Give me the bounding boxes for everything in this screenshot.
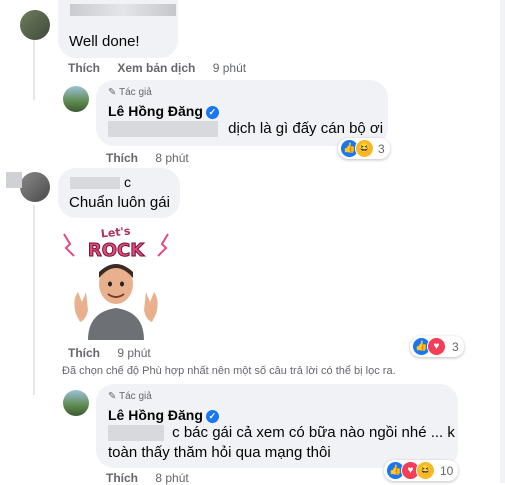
author-name[interactable]: c [70, 174, 131, 190]
like-link[interactable]: Thích [68, 346, 100, 360]
author-name[interactable]: Lê Hồng Đăng ✓ [108, 103, 219, 119]
comment-text: Well done! [69, 33, 140, 50]
avatar[interactable] [63, 390, 89, 416]
reaction-summary[interactable]: 👍 ♥ 😆 10 [384, 460, 459, 481]
avatar[interactable] [20, 172, 50, 202]
like-link[interactable]: Thích [68, 61, 100, 75]
thread-line [33, 40, 35, 100]
verified-icon: ✓ [205, 409, 219, 423]
author-name-blurred[interactable] [70, 4, 176, 16]
author-badge: ✎ Tác giả [108, 391, 152, 402]
translate-link[interactable]: Xem bản dịch [117, 61, 195, 75]
love-icon: ♥ [427, 337, 446, 356]
comment-bubble: ✎ Tác giả Lê Hồng Đăng ✓ dịch là gì đấy c… [96, 80, 388, 146]
comment-bubble: c Chuẩn luôn gái [58, 168, 180, 218]
svg-text:Let's: Let's [100, 224, 131, 240]
sticker-image[interactable]: Let's ROCK [58, 222, 174, 340]
svg-text:ROCK: ROCK [88, 240, 145, 261]
redacted-mention [108, 121, 218, 138]
comment-text-line: toàn thấy thăm hỏi qua mạng thôi [108, 444, 331, 461]
timestamp[interactable]: 9 phút [117, 346, 150, 360]
author-badge: ✎ Tác giả [108, 87, 152, 98]
haha-icon: 😆 [416, 461, 435, 480]
avatar[interactable] [20, 10, 50, 40]
timestamp[interactable]: 8 phút [155, 151, 188, 165]
comment-actions: Thích 8 phút [106, 151, 189, 165]
avatar[interactable] [63, 86, 89, 112]
haha-icon: 😆 [355, 139, 374, 158]
timestamp[interactable]: 9 phút [213, 61, 246, 75]
comment-actions: Thích 9 phút [68, 346, 151, 360]
redacted-mention [108, 425, 164, 442]
author-name[interactable]: Lê Hồng Đăng ✓ [108, 407, 219, 423]
pencil-icon: ✎ [108, 391, 117, 402]
comment-bubble: ✎ Tác giả Lê Hồng Đăng ✓ c bác gái cả xem… [96, 384, 458, 468]
comment-text: Chuẩn luôn gái [69, 194, 170, 211]
comment-actions: Thích Xem bản dịch 9 phút [68, 61, 246, 75]
comment-text: dịch là gì đấy cán bộ ơi [108, 120, 383, 138]
scrollbar[interactable] [500, 0, 505, 483]
avatar-blur [6, 172, 22, 188]
comment-text-line: c bác gái cả xem có bữa nào ngồi nhé ...… [108, 424, 455, 442]
reaction-summary[interactable]: 👍 😆 3 [338, 138, 390, 159]
reaction-summary[interactable]: 👍 ♥ 3 [410, 336, 464, 357]
comment-bubble: Well done! [58, 0, 178, 58]
pencil-icon: ✎ [108, 87, 117, 98]
thread-line [33, 205, 35, 395]
filter-notice: Đã chọn chế độ Phù hợp nhất nên một số c… [62, 365, 396, 377]
like-link[interactable]: Thích [106, 151, 138, 165]
verified-icon: ✓ [205, 105, 219, 119]
